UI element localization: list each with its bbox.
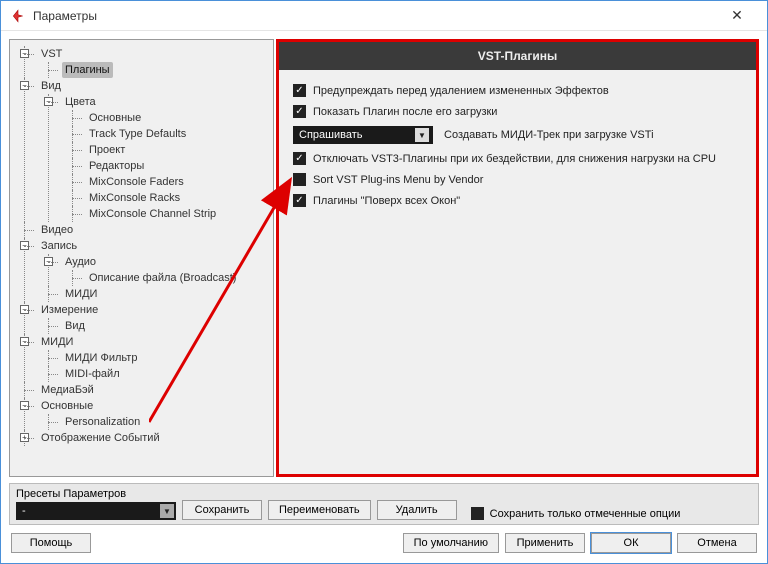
tree-item[interactable]: Измерение bbox=[38, 302, 101, 318]
collapse-icon[interactable]: − bbox=[20, 81, 29, 90]
rename-button[interactable]: Переименовать bbox=[268, 500, 371, 520]
titlebar: Параметры ✕ bbox=[1, 1, 767, 31]
collapse-icon[interactable]: − bbox=[20, 337, 29, 346]
collapse-icon[interactable]: + bbox=[20, 433, 29, 442]
tree-item[interactable]: Отображение Событий bbox=[38, 430, 163, 446]
tree-item[interactable]: Основные bbox=[86, 110, 144, 126]
presets-dropdown[interactable]: - ▼ bbox=[16, 502, 176, 520]
checkbox-always-on-top[interactable] bbox=[293, 194, 306, 207]
collapse-icon[interactable]: − bbox=[44, 97, 53, 106]
panel-body: Предупреждать перед удалением измененных… bbox=[279, 70, 756, 229]
cancel-button[interactable]: Отмена bbox=[677, 533, 757, 553]
chevron-down-icon: ▼ bbox=[160, 504, 174, 518]
tree-item-colors[interactable]: Цвета bbox=[62, 94, 99, 110]
tree-item-vst[interactable]: VST bbox=[38, 46, 65, 62]
tree-item[interactable]: Вид bbox=[62, 318, 88, 334]
footer: Помощь По умолчанию Применить ОК Отмена bbox=[9, 533, 759, 555]
tree-item[interactable]: МИДИ Фильтр bbox=[62, 350, 140, 366]
option-label: Предупреждать перед удалением измененных… bbox=[313, 85, 609, 97]
apply-button[interactable]: Применить bbox=[505, 533, 585, 553]
ask-dropdown[interactable]: Спрашивать ▼ bbox=[293, 126, 433, 144]
tree-item-view[interactable]: Вид bbox=[38, 78, 64, 94]
tree-item[interactable]: MixConsole Faders bbox=[86, 174, 187, 190]
option-label: Отключать VST3-Плагины при их бездействи… bbox=[313, 153, 716, 165]
checkbox-warn-delete[interactable] bbox=[293, 84, 306, 97]
collapse-icon[interactable]: − bbox=[20, 241, 29, 250]
delete-button[interactable]: Удалить bbox=[377, 500, 457, 520]
collapse-icon[interactable]: − bbox=[20, 49, 29, 58]
tree-item[interactable]: МедиаБэй bbox=[38, 382, 97, 398]
option-label: Плагины "Поверх всех Окон" bbox=[313, 195, 460, 207]
collapse-icon[interactable]: − bbox=[20, 401, 29, 410]
app-icon bbox=[11, 9, 25, 23]
checkbox-suspend-vst3[interactable] bbox=[293, 152, 306, 165]
presets-label: Пресеты Параметров bbox=[16, 488, 176, 500]
collapse-icon[interactable]: − bbox=[44, 257, 53, 266]
tree-item-plugins[interactable]: Плагины bbox=[62, 62, 113, 78]
checkbox-sort-vendor[interactable] bbox=[293, 173, 306, 186]
option-label: Sort VST Plug-ins Menu by Vendor bbox=[313, 174, 483, 186]
option-label: Показать Плагин после его загрузки bbox=[313, 106, 497, 118]
collapse-icon[interactable]: − bbox=[20, 305, 29, 314]
chevron-down-icon: ▼ bbox=[415, 128, 429, 142]
option-label: Создавать МИДИ-Трек при загрузке VSTi bbox=[444, 129, 654, 141]
help-button[interactable]: Помощь bbox=[11, 533, 91, 553]
presets-row: Пресеты Параметров - ▼ Сохранить Переиме… bbox=[9, 483, 759, 525]
tree-item[interactable]: Основные bbox=[38, 398, 96, 414]
tree-item[interactable]: MixConsole Channel Strip bbox=[86, 206, 219, 222]
tree-item[interactable]: МИДИ bbox=[38, 334, 76, 350]
panel-title: VST-Плагины bbox=[279, 42, 756, 70]
tree-item-video[interactable]: Видео bbox=[38, 222, 76, 238]
tree-item[interactable]: МИДИ bbox=[62, 286, 100, 302]
tree-item[interactable]: Track Type Defaults bbox=[86, 126, 189, 142]
tree-item[interactable]: MIDI-файл bbox=[62, 366, 123, 382]
dropdown-value: - bbox=[22, 505, 26, 517]
tree-item-record[interactable]: Запись bbox=[38, 238, 80, 254]
defaults-button[interactable]: По умолчанию bbox=[403, 533, 499, 553]
content: −VST Плагины −Вид −Цвета Основные Track bbox=[1, 31, 767, 563]
main-row: −VST Плагины −Вид −Цвета Основные Track bbox=[9, 39, 759, 477]
save-checked-label: Сохранить только отмеченные опции bbox=[490, 508, 681, 520]
checkbox-show-after-load[interactable] bbox=[293, 105, 306, 118]
category-tree[interactable]: −VST Плагины −Вид −Цвета Основные Track bbox=[9, 39, 274, 477]
tree-item[interactable]: Описание файла (Broadcast) bbox=[86, 270, 239, 286]
dropdown-value: Спрашивать bbox=[299, 129, 362, 141]
ok-button[interactable]: ОК bbox=[591, 533, 671, 553]
window-title: Параметры bbox=[33, 9, 97, 23]
tree-item[interactable]: Проект bbox=[86, 142, 128, 158]
close-icon[interactable]: ✕ bbox=[717, 7, 757, 24]
preferences-window: Параметры ✕ −VST Плагины −Вид −Цвета bbox=[0, 0, 768, 564]
save-button[interactable]: Сохранить bbox=[182, 500, 262, 520]
tree-item[interactable]: Аудио bbox=[62, 254, 99, 270]
vst-plugins-panel: VST-Плагины Предупреждать перед удаление… bbox=[276, 39, 759, 477]
checkbox-save-checked-only[interactable] bbox=[471, 507, 484, 520]
tree-item[interactable]: MixConsole Racks bbox=[86, 190, 183, 206]
tree-item[interactable]: Personalization bbox=[62, 414, 143, 430]
tree-item[interactable]: Редакторы bbox=[86, 158, 147, 174]
